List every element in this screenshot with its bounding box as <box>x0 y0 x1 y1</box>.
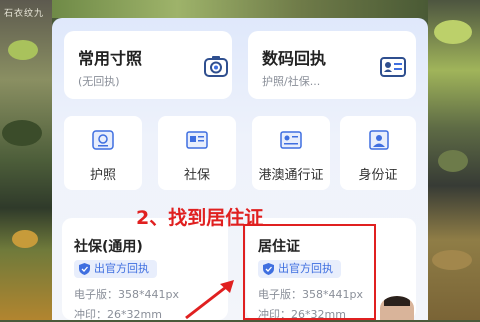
standard-photo-card[interactable]: 常用寸照 (无回执) <box>64 31 232 99</box>
pointer-arrow-icon <box>185 280 234 320</box>
digital-receipt-subtitle: 护照/社保... <box>262 75 321 88</box>
doc-type-travel-permit-label: 港澳通行证 <box>258 168 324 183</box>
official-receipt-badge: 出官方回执 <box>74 260 157 278</box>
doc-type-passport[interactable]: 护照 <box>64 116 142 190</box>
doc-type-passport-label: 护照 <box>89 168 116 183</box>
background-left-panel: 石衣纹九 <box>0 0 52 320</box>
background-right-panel <box>428 0 480 320</box>
background-top-strip <box>52 0 428 18</box>
sample-portrait-thumbnail <box>380 296 414 320</box>
id-photo-icon <box>369 130 389 150</box>
background-title: 石衣纹九 <box>4 9 45 19</box>
passport-icon <box>92 130 114 150</box>
digital-receipt-card[interactable]: 数码回执 护照/社保... <box>248 31 416 99</box>
official-receipt-badge-label: 出官方回执 <box>94 262 149 275</box>
doc-type-id-card-label: 身份证 <box>358 168 398 183</box>
electronic-size-line: 电子版：358*441px <box>74 288 179 301</box>
doc-type-travel-permit[interactable]: 港澳通行证 <box>252 116 330 190</box>
shield-check-icon <box>79 263 90 275</box>
social-security-card-icon <box>186 131 208 149</box>
doc-type-social-security-label: 社保 <box>183 168 210 183</box>
travel-permit-icon <box>280 131 302 149</box>
camera-icon <box>204 56 228 77</box>
doc-type-id-card[interactable]: 身份证 <box>340 116 416 190</box>
digital-receipt-title: 数码回执 <box>262 49 327 68</box>
social-security-general-title: 社保(通用) <box>74 239 143 255</box>
standard-photo-subtitle: (无回执) <box>78 75 120 88</box>
id-card-icon <box>380 57 406 77</box>
highlight-box <box>243 224 376 320</box>
doc-type-social-security[interactable]: 社保 <box>158 116 236 190</box>
standard-photo-title: 常用寸照 <box>78 49 143 68</box>
